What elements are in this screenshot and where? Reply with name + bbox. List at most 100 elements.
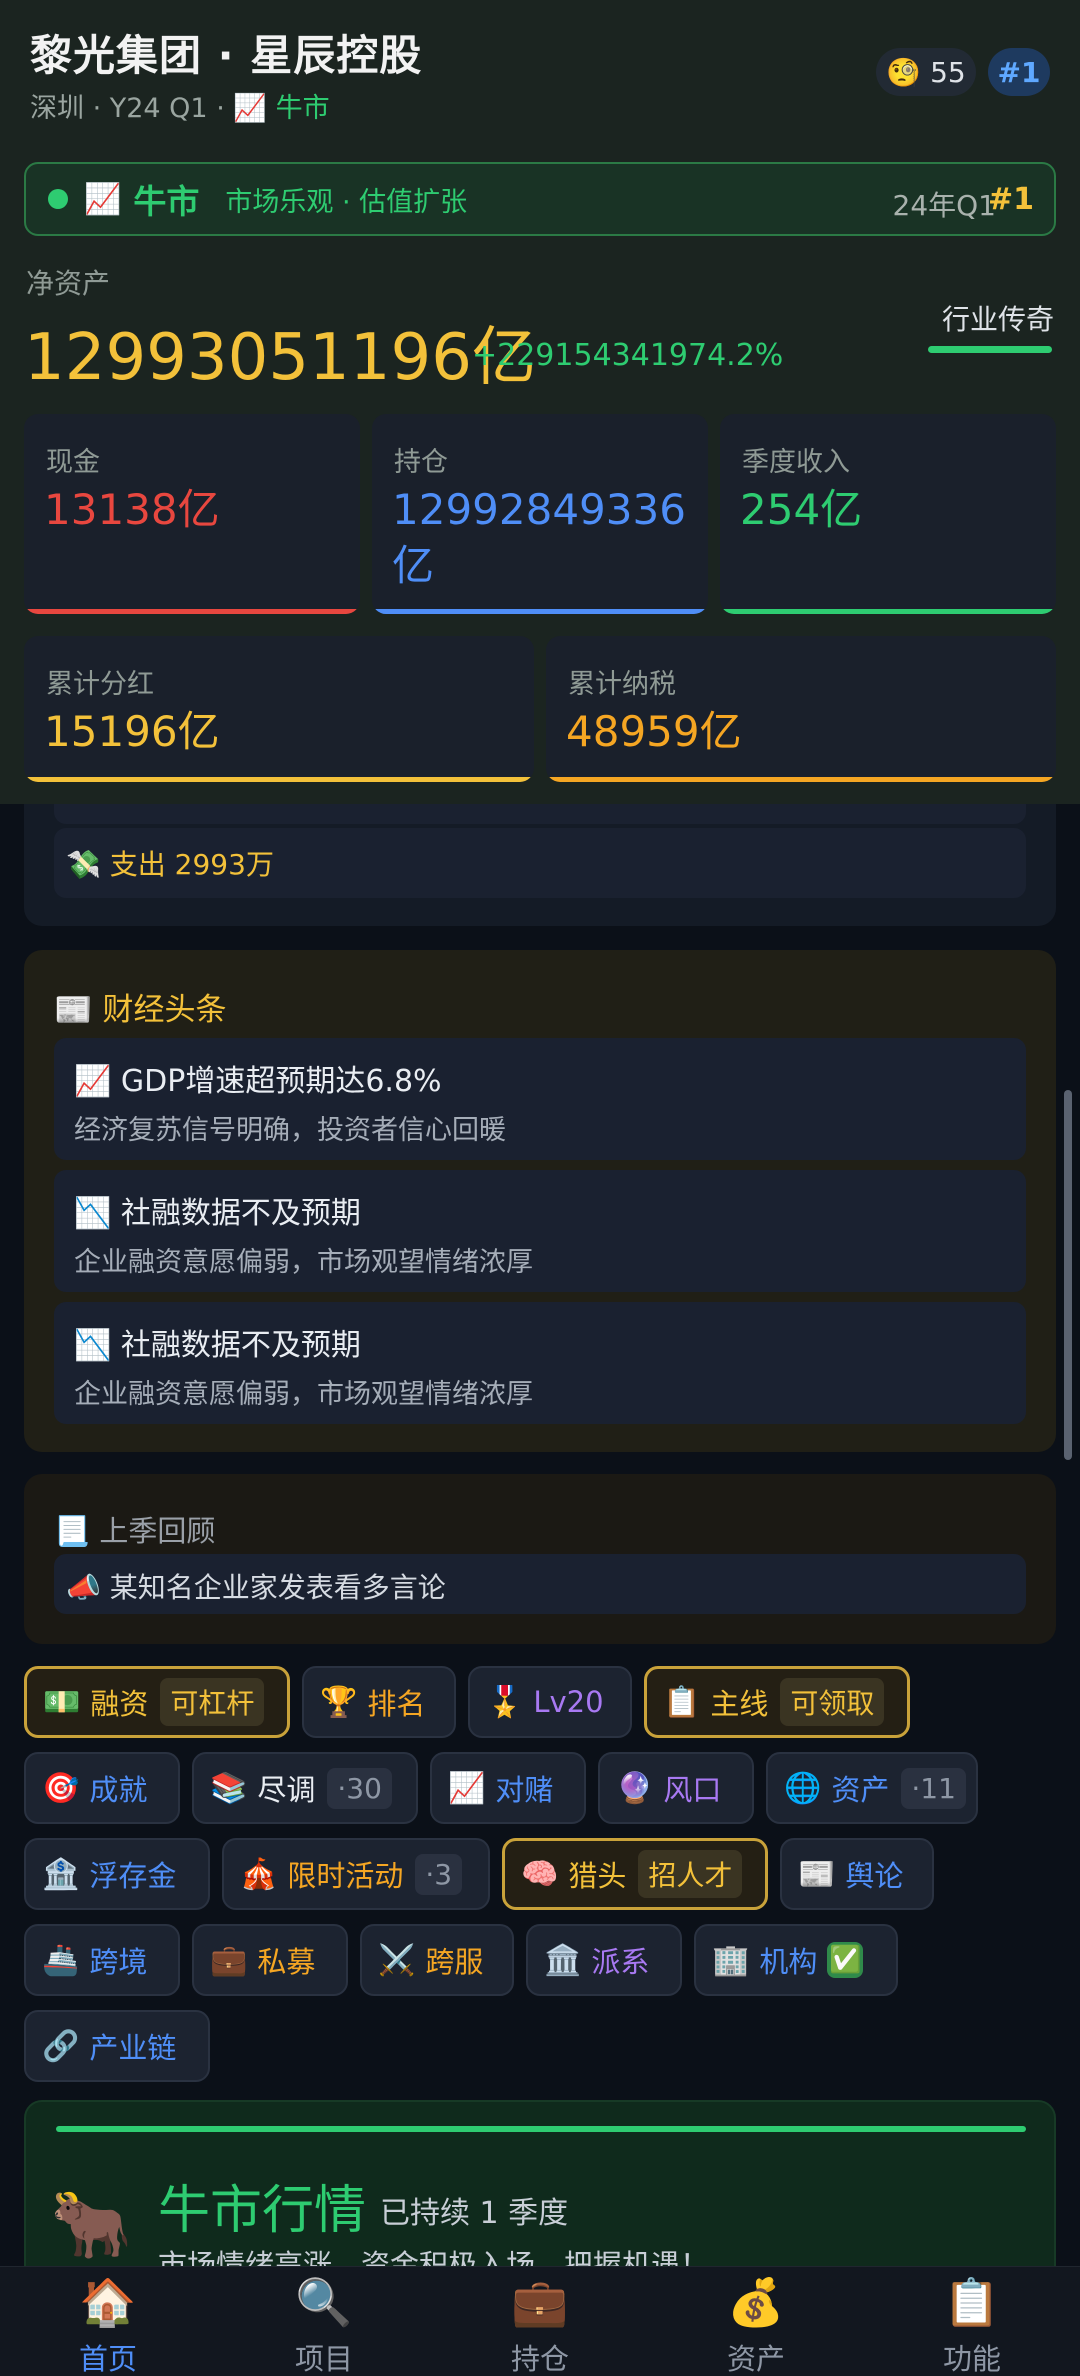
stat-label: 累计分红: [46, 669, 154, 700]
level-button[interactable]: 🎖️ Lv20: [468, 1666, 632, 1738]
chart-down-icon: 📉: [74, 1196, 112, 1231]
header-subline: 深圳 · Y24 Q1 · 📈 牛市: [30, 93, 330, 124]
crossborder-button[interactable]: 🚢 跨境: [24, 1924, 180, 1996]
stat-value: 254亿: [740, 485, 863, 534]
briefcase-icon: 💼: [210, 1942, 248, 1978]
news-title-label: 财经头条: [102, 992, 227, 1028]
market-rank: #1: [987, 182, 1034, 217]
headhunter-label: 猎头: [568, 1859, 627, 1893]
event-count: ·3: [415, 1853, 463, 1895]
trophy-icon: 🏆: [320, 1684, 358, 1720]
nav-home[interactable]: 🏠 首页: [0, 2267, 216, 2376]
crystal-ball-icon: 🔮: [616, 1770, 654, 1806]
bet-button[interactable]: 📈 对赌: [430, 1752, 586, 1824]
chart-up-icon: 📈: [74, 1064, 112, 1099]
coin-badge[interactable]: 🧐 55: [876, 48, 976, 96]
money-icon: 💵: [43, 1684, 81, 1720]
ship-icon: 🚢: [42, 1942, 80, 1978]
stat-card-holdings: 持仓 12992849336亿: [372, 414, 708, 614]
news-body: 企业融资意愿偏弱，市场观望情绪浓厚: [74, 1379, 533, 1410]
crossborder-label: 跨境: [89, 1945, 148, 1979]
market-status-bar[interactable]: 📈 牛市 市场乐观 · 估值扩张 24年Q1 #1: [24, 162, 1056, 236]
stat-card-dividends: 累计分红 15196亿: [24, 636, 534, 782]
due-diligence-button[interactable]: 📚 尽调 ·30: [192, 1752, 418, 1824]
financing-tag: 可杠杆: [160, 1678, 265, 1726]
market-name: 牛市: [133, 182, 200, 221]
due-diligence-label: 尽调: [257, 1773, 316, 1807]
net-worth-value: 12993051196亿: [24, 321, 536, 395]
faction-button[interactable]: 🏛️ 派系: [526, 1924, 682, 1996]
headhunter-tag: 招人才: [638, 1850, 743, 1898]
stat-card-quarter-income: 季度收入 254亿: [720, 414, 1056, 614]
assets-button[interactable]: 🌐 资产 ·11: [766, 1752, 978, 1824]
news-title: 📰 财经头条: [54, 984, 226, 1029]
house-icon: 🏠: [79, 2275, 137, 2329]
target-icon: 🎯: [42, 1770, 80, 1806]
bull-market-title: 牛市行情: [158, 2181, 367, 2241]
rank-badge[interactable]: #1: [988, 48, 1050, 96]
headhunter-button[interactable]: 🧠 猎头 招人才: [502, 1838, 768, 1910]
float-button[interactable]: 🏦 浮存金: [24, 1838, 210, 1910]
financing-button[interactable]: 💵 融资 可杠杆: [24, 1666, 290, 1738]
bet-label: 对赌: [495, 1773, 554, 1807]
news-body: 经济复苏信号明确，投资者信心回暖: [74, 1115, 506, 1146]
bull-icon: 🐂: [50, 2186, 133, 2263]
opinion-button[interactable]: 📰 舆论: [780, 1838, 934, 1910]
books-icon: 📚: [210, 1770, 248, 1806]
clipboard-icon: 📋: [943, 2275, 1001, 2329]
quarter-label: Y24 Q1: [109, 93, 208, 124]
nav-assets[interactable]: 💰 资产: [648, 2267, 864, 2376]
mainline-button[interactable]: 📋 主线 可领取: [644, 1666, 910, 1738]
stat-label: 累计纳税: [568, 669, 676, 700]
clipboard-icon: 📋: [663, 1684, 701, 1720]
private-equity-button[interactable]: 💼 私募: [192, 1924, 348, 1996]
scroll-icon: 📃: [54, 1514, 91, 1548]
institution-label: 机构: [759, 1945, 818, 1979]
market-label: 牛市: [275, 93, 330, 124]
nav-holdings[interactable]: 💼 持仓: [432, 2267, 648, 2376]
news-item[interactable]: 📉 社融数据不及预期 企业融资意愿偏弱，市场观望情绪浓厚: [54, 1302, 1026, 1424]
check-icon: ✅: [827, 1942, 864, 1978]
newspaper-icon: 📰: [54, 992, 93, 1028]
bottom-nav: 🏠 首页 🔍 项目 💼 持仓 💰 资产 📋 功能: [0, 2266, 1080, 2376]
ranking-button[interactable]: 🏆 排名: [302, 1666, 456, 1738]
chart-up-icon: 📈: [233, 93, 267, 124]
nav-projects-label: 项目: [294, 2342, 353, 2376]
market-desc: 市场乐观 · 估值扩张: [225, 186, 468, 218]
stat-value: 15196亿: [44, 707, 220, 756]
achievement-button[interactable]: 🎯 成就: [24, 1752, 180, 1824]
bull-market-duration: 已持续 1 季度: [380, 2196, 569, 2231]
news-headline: 社融数据不及预期: [120, 1196, 361, 1231]
scrollbar[interactable]: [1064, 1090, 1072, 1460]
assets-label: 资产: [831, 1773, 890, 1807]
news-headline: 社融数据不及预期: [120, 1328, 361, 1363]
crossserver-button[interactable]: ⚔️ 跨服: [360, 1924, 514, 1996]
chart-up-icon: 📈: [448, 1770, 486, 1806]
news-item[interactable]: 📉 社融数据不及预期 企业融资意愿偏弱，市场观望情绪浓厚: [54, 1170, 1026, 1292]
chart-up-icon: 📈: [84, 181, 122, 217]
megaphone-icon: 📣: [66, 1571, 101, 1604]
stat-label: 现金: [46, 447, 100, 478]
nav-functions[interactable]: 📋 功能: [864, 2267, 1080, 2376]
institution-button[interactable]: 🏢 机构 ✅: [694, 1924, 898, 1996]
industry-chain-button[interactable]: 🔗 产业链: [24, 2010, 210, 2082]
review-item: 📣 某知名企业家发表看多言论: [54, 1554, 1026, 1614]
expense-label: 支出 2993万: [109, 848, 274, 881]
stat-accent-line: [720, 609, 1056, 614]
stat-accent-line: [372, 609, 708, 614]
nav-functions-label: 功能: [942, 2342, 1001, 2376]
review-item-text: 某知名企业家发表看多言论: [109, 1571, 446, 1604]
net-worth-change: +229154341974.2%: [472, 338, 784, 373]
stat-value: 48959亿: [566, 707, 742, 756]
market-quarter: 24年Q1: [892, 189, 996, 222]
stat-accent-line: [546, 777, 1056, 782]
trend-button[interactable]: 🔮 风口: [598, 1752, 754, 1824]
nav-projects[interactable]: 🔍 项目: [216, 2267, 432, 2376]
news-item[interactable]: 📈 GDP增速超预期达6.8% 经济复苏信号明确，投资者信心回暖: [54, 1038, 1026, 1160]
stat-card-cash: 现金 13138亿: [24, 414, 360, 614]
event-button[interactable]: 🎪 限时活动 ·3: [222, 1838, 490, 1910]
float-label: 浮存金: [89, 1859, 177, 1893]
nav-assets-label: 资产: [726, 2342, 785, 2376]
stat-accent-line: [24, 609, 360, 614]
stat-value: 13138亿: [44, 485, 220, 534]
